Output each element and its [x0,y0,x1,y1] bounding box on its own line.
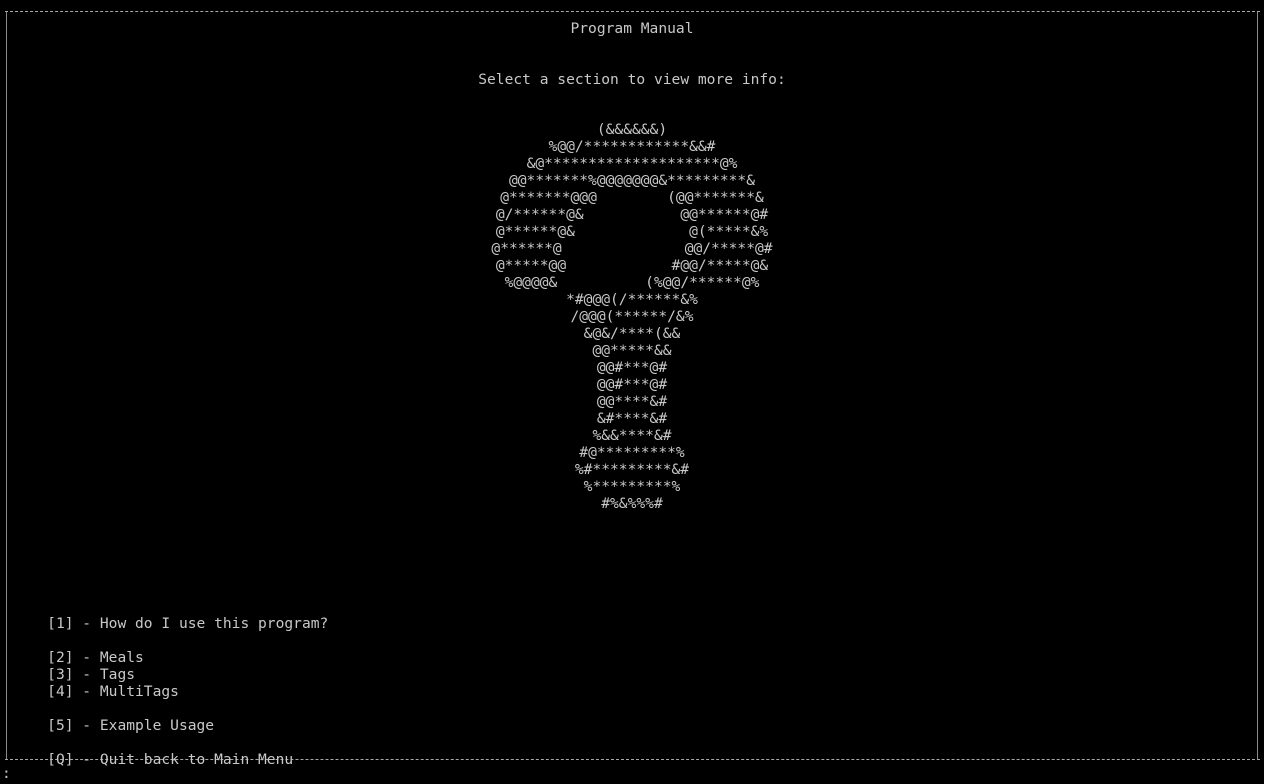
ascii-art-row: #%&%%%# [601,495,663,512]
menu-label: Quit back to Main Menu [99,751,294,768]
ascii-art-row: %*********% [583,478,681,495]
ascii-art-row: @@#***@# [596,376,668,393]
ascii-art-row: &#****&# [596,410,668,427]
ascii-art-row: @@*******%@@@@@@@&*********& [508,172,755,189]
ascii-art-row: (&&&&&&) [596,121,668,138]
menu-key: [Q] [47,751,74,768]
page-title: Program Manual [570,20,694,37]
ascii-art-row: /@@@(******/&% [570,308,694,325]
ascii-art-row: *#@@@(/******&% [566,291,698,308]
ascii-art-row: @*****@@ #@@/*****@& [495,257,769,274]
ascii-art-row: %@@@@& (%@@/******@% [504,274,760,291]
menu-label: How do I use this program? [99,615,329,632]
ascii-art-row: %&&****&# [592,427,672,444]
menu-key: [5] [47,717,74,734]
ascii-art-row: @******@& @(*****&% [495,223,769,240]
question-mark-ascii-art: (&&&&&&) %@@/************&&# &@***********… [0,121,1264,512]
ascii-art-row: @******@ @@/*****@# [491,240,773,257]
menu-key: [1] [47,615,74,632]
ascii-art-row: @*******@@@ (@@*******& [500,189,764,206]
ascii-art-row: %#*********&# [574,461,690,478]
section-prompt: Select a section to view more info: [478,71,786,88]
ascii-art-row: @/******@& @@******@# [495,206,769,223]
command-prompt[interactable]: : [2,765,11,782]
menu-label: MultiTags [99,683,179,700]
ascii-art-row: @@****&# [596,393,668,410]
ascii-art-row: &@********************@% [526,155,738,172]
ascii-art-row: @@#***@# [596,359,668,376]
ascii-art-row: @@*****&& [592,342,672,359]
ascii-art-row: %@@/************&&# [548,138,716,155]
menu-label: Example Usage [99,717,215,734]
menu-item-quit[interactable]: [Q] - Quit back to Main Menu [12,734,293,784]
ascii-art-row: #@*********% [579,444,685,461]
ascii-art-row: &@&/****(&& [583,325,681,342]
top-border [5,11,1260,12]
menu-key: [4] [47,683,74,700]
